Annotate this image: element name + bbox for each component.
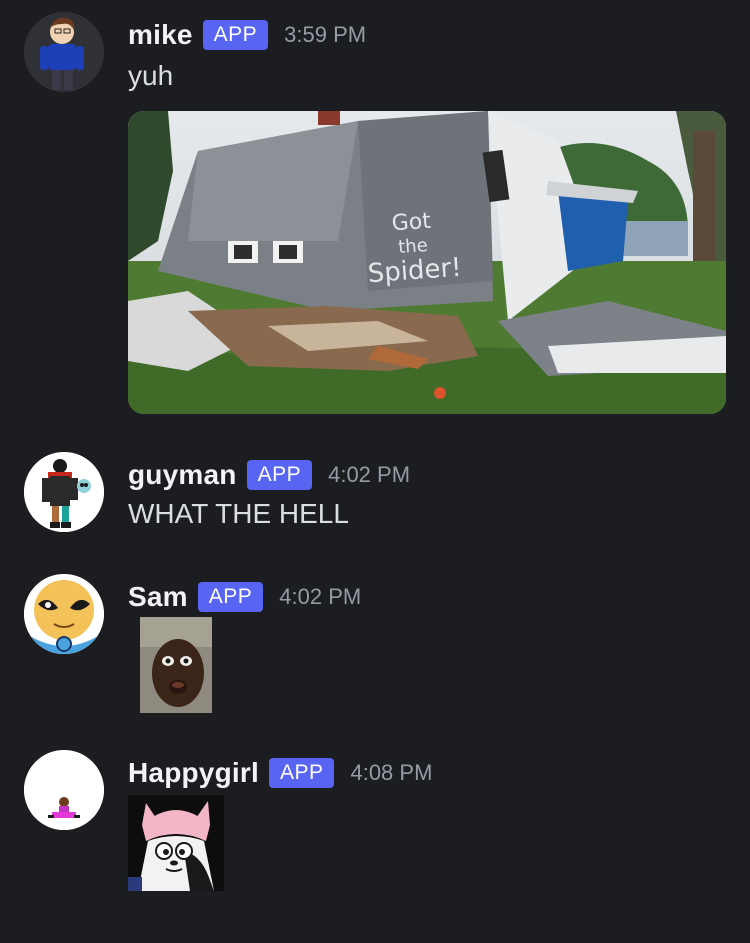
avatar-guyman-icon	[24, 452, 104, 532]
avatar[interactable]	[24, 750, 104, 830]
username[interactable]: guyman	[128, 459, 237, 491]
timestamp[interactable]: 3:59 PM	[284, 22, 366, 48]
message-happygirl: Happygirl APP 4:08 PM	[0, 738, 750, 943]
chat-messages: mike APP 3:59 PM yuh Got the Spider! guy…	[0, 0, 750, 943]
graffiti-text: Got the Spider!	[356, 207, 471, 290]
image-attachment[interactable]	[128, 795, 224, 891]
username[interactable]: Sam	[128, 581, 188, 613]
message-text: WHAT THE HELL	[128, 498, 349, 529]
timestamp[interactable]: 4:02 PM	[328, 462, 410, 488]
message-header: Happygirl APP 4:08 PM	[128, 752, 432, 794]
graffiti-word: Spider!	[366, 252, 463, 290]
avatar[interactable]	[24, 574, 104, 654]
message-header: mike APP 3:59 PM	[128, 14, 366, 56]
avatar-happygirl-icon	[24, 750, 104, 830]
avatar[interactable]	[24, 452, 104, 532]
avatar-mike-icon	[24, 12, 104, 92]
image-attachment[interactable]	[140, 617, 212, 713]
message-header: guyman APP 4:02 PM	[128, 454, 410, 496]
cat-hat-image-icon	[128, 795, 224, 891]
avatar[interactable]	[24, 12, 104, 92]
message-guyman: guyman APP 4:02 PM WHAT THE HELL	[0, 440, 750, 550]
app-badge: APP	[268, 758, 335, 788]
staring-face-image-icon	[140, 617, 212, 713]
timestamp[interactable]: 4:08 PM	[350, 760, 432, 786]
message-header: Sam APP 4:02 PM	[128, 576, 361, 618]
timestamp[interactable]: 4:02 PM	[279, 584, 361, 610]
message-text: yuh	[128, 60, 174, 91]
app-badge: APP	[246, 460, 313, 490]
message-sam: Sam APP 4:02 PM	[0, 562, 750, 722]
app-badge: APP	[202, 20, 269, 50]
app-badge: APP	[197, 582, 264, 612]
avatar-sam-icon	[24, 574, 104, 654]
image-attachment[interactable]: Got the Spider!	[128, 111, 726, 414]
username[interactable]: mike	[128, 19, 193, 51]
username[interactable]: Happygirl	[128, 757, 259, 789]
message-mike: mike APP 3:59 PM yuh Got the Spider!	[0, 0, 750, 430]
